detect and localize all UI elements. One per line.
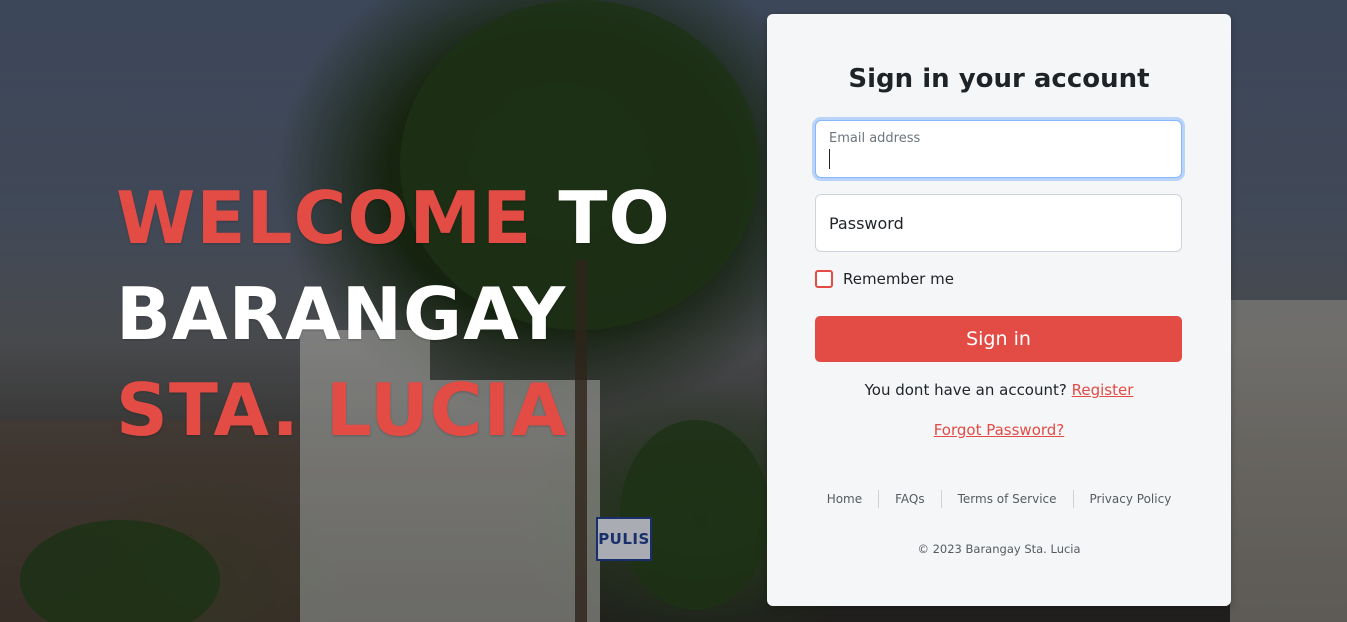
footer-link-terms[interactable]: Terms of Service [940, 490, 1073, 508]
remember-checkbox[interactable] [815, 270, 833, 288]
forgot-password-link[interactable]: Forgot Password? [934, 421, 1065, 439]
hero-line-2: BARANGAY [116, 272, 567, 356]
footer-link-faqs[interactable]: FAQs [878, 490, 941, 508]
sign-in-button[interactable]: Sign in [815, 316, 1182, 362]
email-field[interactable]: Email address [815, 120, 1182, 178]
login-card: Sign in your account Email address Passw… [767, 14, 1231, 606]
hero-line-1: WELCOME TO [116, 170, 671, 266]
no-account-text: You dont have an account? [864, 381, 1072, 399]
remember-label[interactable]: Remember me [843, 270, 954, 288]
footer-link-home[interactable]: Home [811, 490, 878, 508]
hero-heading: WELCOME TO BARANGAY STA. LUCIA [116, 170, 671, 458]
remember-me[interactable]: Remember me [815, 270, 954, 288]
footer-link-privacy[interactable]: Privacy Policy [1072, 490, 1188, 508]
login-title: Sign in your account [848, 64, 1150, 94]
register-prompt: You dont have an account? Register [767, 381, 1231, 399]
hero-to-word: TO [532, 176, 671, 260]
forgot-password-row: Forgot Password? [767, 421, 1231, 439]
password-field[interactable]: Password [815, 194, 1182, 252]
copyright: © 2023 Barangay Sta. Lucia [917, 542, 1081, 556]
hero-line-3: STA. LUCIA [116, 368, 568, 452]
footer-nav: Home FAQs Terms of Service Privacy Polic… [767, 490, 1231, 508]
hero-welcome-word: WELCOME [116, 176, 533, 260]
register-link[interactable]: Register [1072, 381, 1134, 399]
login-page: PULIS WELCOME TO BARANGAY STA. LUCIA Sig… [0, 0, 1347, 622]
